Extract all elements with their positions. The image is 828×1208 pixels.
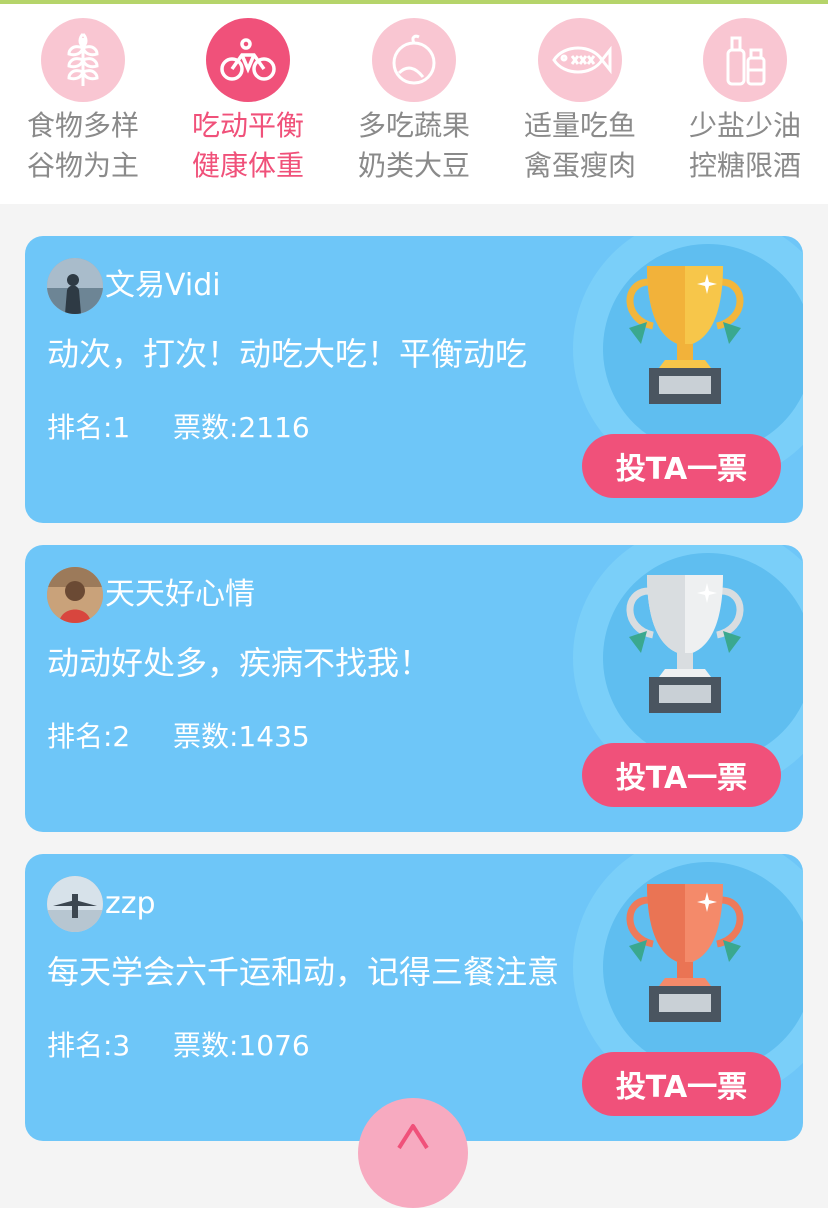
bronze-trophy-icon xyxy=(619,874,751,1026)
tab-label-line1: 适量吃鱼 xyxy=(523,109,636,142)
votes-label: 票数:2116 xyxy=(173,411,310,444)
user-name: 文易Vidi xyxy=(105,268,221,303)
rank-label: 排名:1 xyxy=(47,411,131,444)
fruit-icon xyxy=(372,18,456,102)
avatar[interactable] xyxy=(47,258,103,314)
avatar[interactable] xyxy=(47,876,103,932)
fish-icon xyxy=(538,18,622,102)
tab-label-line2: 奶类大豆 xyxy=(357,149,470,182)
tab-label-line2: 谷物为主 xyxy=(26,149,139,182)
vote-button[interactable]: 投TA一票 xyxy=(582,1052,781,1116)
tab-salt-oil-sugar[interactable]: 少盐少油 控糖限酒 xyxy=(665,18,825,186)
compose-button[interactable] xyxy=(358,1098,468,1208)
ranking-card: 文易Vidi 动次，打次！动吃大吃！平衡动吃 排名:1 票数:2116 投TA一… xyxy=(25,236,803,523)
entry-message: 动动好处多，疾病不找我！ xyxy=(47,644,432,682)
votes-label: 票数:1076 xyxy=(173,1029,310,1062)
entry-message: 每天学会六千运和动，记得三餐注意 xyxy=(47,953,560,991)
bottles-icon xyxy=(703,18,787,102)
tab-label-line2: 禽蛋瘦肉 xyxy=(523,149,636,182)
tab-label-line2: 健康体重 xyxy=(191,149,304,182)
category-tabs: 食物多样 谷物为主 吃动平衡 健康体重 多吃蔬果 奶类大豆 适量吃鱼 禽蛋瘦肉 … xyxy=(0,4,828,204)
vote-button[interactable]: 投TA一票 xyxy=(582,743,781,807)
tab-label-line2: 控糖限酒 xyxy=(688,149,801,182)
tab-food-variety[interactable]: 食物多样 谷物为主 xyxy=(3,18,163,186)
bicycle-icon xyxy=(206,18,290,102)
tab-eat-move-balance[interactable]: 吃动平衡 健康体重 xyxy=(168,18,328,186)
votes-label: 票数:1435 xyxy=(173,720,310,753)
vote-button[interactable]: 投TA一票 xyxy=(582,434,781,498)
rank-label: 排名:3 xyxy=(47,1029,131,1062)
tab-vegetables-fruits[interactable]: 多吃蔬果 奶类大豆 xyxy=(334,18,494,186)
avatar[interactable] xyxy=(47,567,103,623)
user-name: 天天好心情 xyxy=(105,577,255,612)
rank-label: 排名:2 xyxy=(47,720,131,753)
entry-message: 动次，打次！动吃大吃！平衡动吃 xyxy=(47,335,528,373)
tab-label-line1: 少盐少油 xyxy=(688,109,801,142)
silver-trophy-icon xyxy=(619,565,751,717)
wheat-icon xyxy=(41,18,125,102)
edit-icon xyxy=(393,1120,433,1154)
tab-fish-eggs-meat[interactable]: 适量吃鱼 禽蛋瘦肉 xyxy=(500,18,660,186)
user-name: zzp xyxy=(105,886,156,921)
tab-label-line1: 吃动平衡 xyxy=(191,109,304,142)
tab-label-line1: 食物多样 xyxy=(26,109,139,142)
gold-trophy-icon xyxy=(619,256,751,408)
tab-label-line1: 多吃蔬果 xyxy=(357,109,470,142)
ranking-card: 天天好心情 动动好处多，疾病不找我！ 排名:2 票数:1435 投TA一票 xyxy=(25,545,803,832)
